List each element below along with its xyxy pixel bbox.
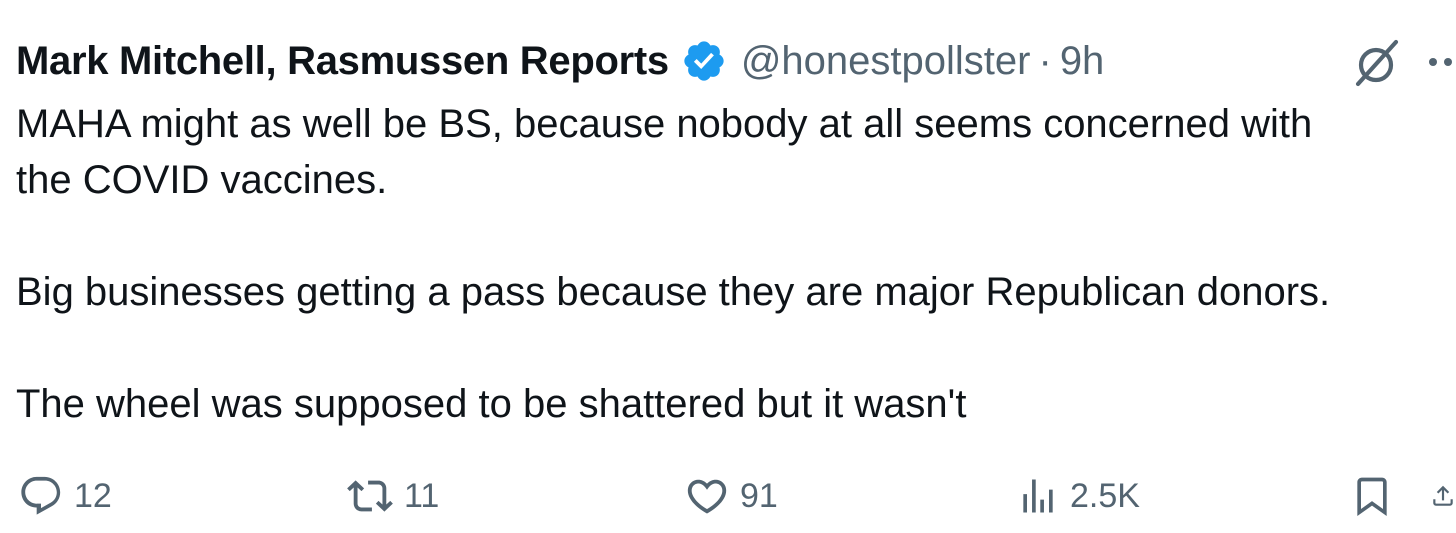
repost-icon (347, 480, 393, 512)
reply-count: 12 (74, 476, 112, 515)
tweet-text-line: the COVID vaccines. (16, 158, 388, 202)
views-count: 2.5K (1070, 476, 1140, 515)
like-count: 91 (740, 476, 778, 515)
heart-icon (687, 479, 727, 514)
reply-icon (21, 476, 61, 515)
grok-icon[interactable] (1352, 36, 1406, 88)
views-icon (1023, 479, 1053, 513)
like-button[interactable]: 91 (684, 468, 778, 524)
verified-badge-icon[interactable] (681, 38, 727, 84)
tweet-text: MAHA might as well be BS, because nobody… (16, 96, 1446, 432)
repost-button[interactable]: 11 (346, 468, 439, 524)
share-button[interactable] (1430, 468, 1456, 524)
bookmark-icon (1357, 477, 1387, 517)
tweet-text-line: Big businesses getting a pass because th… (16, 270, 1331, 314)
timestamp[interactable]: 9h (1060, 39, 1105, 84)
action-bar: 12 11 91 2.5K (0, 468, 1456, 524)
author-name[interactable]: Mark Mitchell, Rasmussen Reports (16, 39, 669, 84)
bookmark-button[interactable] (1350, 468, 1394, 524)
tweet-text-line: The wheel was supposed to be shattered b… (16, 382, 967, 426)
tweet-text-line: MAHA might as well be BS, because nobody… (16, 102, 1313, 146)
repost-count: 11 (404, 476, 440, 515)
share-icon (1433, 485, 1453, 506)
tweet-header: Mark Mitchell, Rasmussen Reports @honest… (16, 34, 1104, 88)
separator-dot: · (1038, 38, 1052, 83)
more-icon[interactable] (1428, 50, 1456, 74)
author-handle[interactable]: @honestpollster (741, 39, 1031, 84)
views-button[interactable]: 2.5K (1016, 468, 1140, 524)
reply-button[interactable]: 12 (18, 468, 112, 524)
